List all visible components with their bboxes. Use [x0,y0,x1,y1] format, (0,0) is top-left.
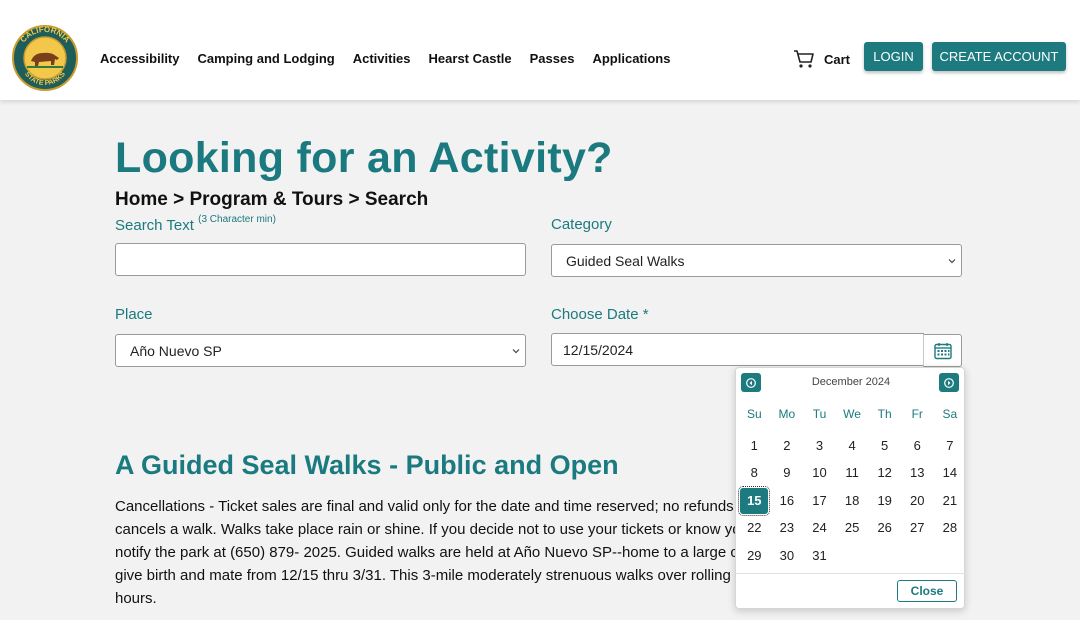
category-selected-value: Guided Seal Walks [566,252,685,269]
cart-icon [794,50,814,68]
empty-day-cell [934,543,967,569]
datepicker-weekdays: Su Mo Tu We Th Fr Sa [738,407,966,421]
day-cell[interactable]: 17 [803,488,836,514]
page-title: Looking for an Activity? [115,134,613,182]
search-text-label-text: Search Text [115,217,194,234]
day-cell[interactable]: 21 [934,488,967,514]
description-line: hours. [115,590,157,607]
description-line: give birth and mate from 12/15 thru 3/31… [115,567,755,584]
search-input[interactable] [115,243,526,276]
week-row: 8 9 10 11 12 13 14 [738,460,966,488]
day-cell[interactable]: 31 [803,543,836,569]
day-cell[interactable]: 11 [836,460,869,486]
weekday-label: Su [746,407,762,421]
day-cell[interactable]: 24 [803,515,836,541]
california-state-parks-logo[interactable]: CALIFORNIA STATE PARKS [11,25,79,91]
place-label: Place [115,306,153,323]
datepicker-grid: 1 2 3 4 5 6 7 8 9 10 11 12 13 14 15 16 1… [738,432,966,570]
cart-label: Cart [824,51,851,67]
nav-accessibility[interactable]: Accessibility [100,51,180,66]
day-cell[interactable]: 19 [868,488,901,514]
weekday-label: Sa [942,407,958,421]
day-cell[interactable]: 25 [836,515,869,541]
week-row: 22 23 24 25 26 27 28 [738,515,966,543]
datepicker-close-button[interactable]: Close [897,580,957,602]
week-row: 29 30 31 [738,542,966,570]
day-cell[interactable]: 3 [803,433,836,459]
day-cell[interactable]: 18 [836,488,869,514]
date-input[interactable]: 12/15/2024 [551,333,924,366]
breadcrumb: Home > Program & Tours > Search [115,189,429,210]
create-account-button[interactable]: CREATE ACCOUNT [932,42,1066,71]
empty-day-cell [868,543,901,569]
datepicker-month-title: December 2024 [811,376,891,388]
day-cell[interactable]: 26 [868,515,901,541]
day-cell[interactable]: 7 [934,433,967,459]
day-cell[interactable]: 8 [738,460,771,486]
week-row: 15 16 17 18 19 20 21 [738,485,967,516]
weekday-label: Tu [812,407,827,421]
day-cell[interactable]: 4 [836,433,869,459]
weekday-label: Mo [778,407,796,421]
day-cell[interactable]: 23 [771,515,804,541]
day-cell[interactable]: 28 [934,515,967,541]
day-cell[interactable]: 30 [771,543,804,569]
chevron-right-icon [944,377,954,388]
main-nav: Accessibility Camping and Lodging Activi… [100,51,688,66]
search-text-hint: (3 Character min) [198,214,276,225]
week-row: 1 2 3 4 5 6 7 [738,432,966,460]
category-select[interactable]: Guided Seal Walks [551,244,962,277]
day-cell[interactable]: 13 [901,460,934,486]
weekday-label: Fr [911,407,923,421]
nav-activities[interactable]: Activities [353,51,411,66]
nav-hearst-castle[interactable]: Hearst Castle [429,51,512,66]
date-input-value: 12/15/2024 [563,341,634,358]
activity-description: Cancellations - Ticket sales are final a… [115,495,755,610]
nav-applications[interactable]: Applications [592,51,670,66]
search-text-label: Search Text (3 Character min) [115,214,276,234]
login-button[interactable]: LOGIN [864,42,923,71]
day-cell[interactable]: 29 [738,543,771,569]
day-cell[interactable]: 20 [901,488,934,514]
description-line: Cancellations - Ticket sales are final a… [115,498,755,515]
day-cell[interactable]: 27 [901,515,934,541]
calendar-button[interactable] [923,334,962,367]
activity-section-title: A Guided Seal Walks - Public and Open [115,450,619,480]
cart-link[interactable]: Cart [793,48,850,70]
day-cell[interactable]: 16 [771,488,804,514]
day-cell[interactable]: 14 [934,460,967,486]
chevron-down-icon [512,349,520,354]
description-line: notify the park at (650) 879- 2025. Guid… [115,544,755,561]
site-header: CALIFORNIA STATE PARKS Accessibility Cam… [0,0,1080,100]
empty-day-cell [901,543,934,569]
chevron-down-icon [948,259,956,264]
datepicker-divider [736,573,966,574]
weekday-label: We [843,407,861,421]
day-cell[interactable]: 22 [738,515,771,541]
day-cell[interactable]: 12 [868,460,901,486]
next-month-button[interactable] [939,373,959,392]
category-label: Category [551,216,612,233]
weekday-label: Th [877,407,892,421]
selected-day-cell[interactable]: 15 [738,485,771,516]
day-cell[interactable]: 5 [868,433,901,459]
place-selected-value: Año Nuevo SP [130,342,222,359]
empty-day-cell [836,543,869,569]
place-select[interactable]: Año Nuevo SP [115,334,526,367]
day-cell[interactable]: 10 [803,460,836,486]
nav-camping-and-lodging[interactable]: Camping and Lodging [198,51,335,66]
calendar-icon [933,342,952,359]
datepicker-popup: December 2024 Su Mo Tu We Th Fr Sa 1 2 3… [735,367,966,609]
choose-date-label: Choose Date * [551,306,649,323]
day-cell[interactable]: 1 [738,433,771,459]
day-cell[interactable]: 9 [771,460,804,486]
nav-passes[interactable]: Passes [530,51,575,66]
description-line: cancels a walk. Walks take place rain or… [115,521,755,538]
day-cell[interactable]: 6 [901,433,934,459]
day-cell[interactable]: 2 [771,433,804,459]
